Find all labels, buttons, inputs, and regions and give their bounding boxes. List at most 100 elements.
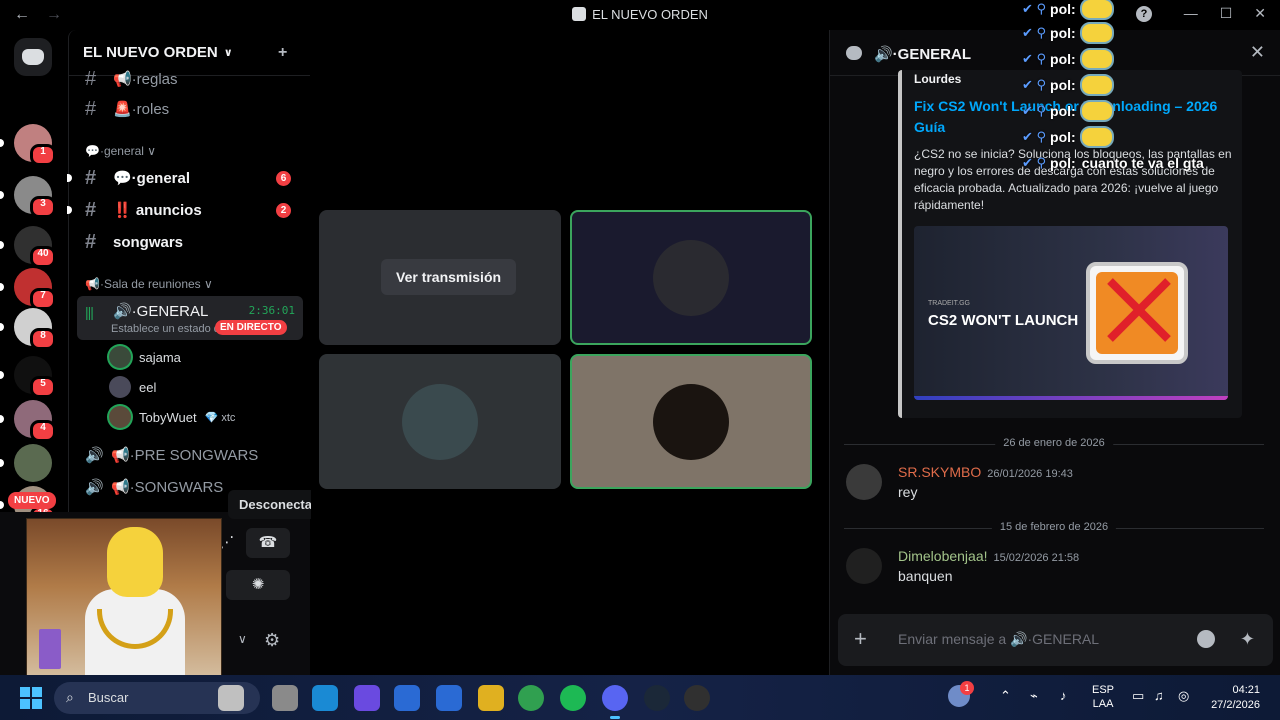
github-icon[interactable] (684, 685, 710, 711)
category-sala-de-reuniones[interactable]: 📢·Sala de reuniones ∨ (85, 277, 213, 291)
channel-name: songwars (113, 233, 184, 251)
copilot-icon[interactable] (354, 685, 380, 711)
server-icon[interactable]: 5 (0, 356, 56, 398)
mention-count-badge: 6 (276, 171, 291, 186)
microphone-icon[interactable]: ♪ (1060, 688, 1067, 703)
volume-icon[interactable]: ♫ (1154, 688, 1164, 703)
chevron-up-icon[interactable]: ⌃ (1000, 688, 1011, 704)
close-icon[interactable]: ✕ (1250, 42, 1265, 63)
overlay-username: pol (1050, 155, 1072, 171)
username[interactable]: Dimelobenjaa! (898, 548, 988, 564)
voice-activity-icon: ||| (85, 304, 94, 320)
avatar[interactable] (846, 464, 882, 500)
server-icon[interactable]: 1 (0, 124, 56, 166)
window-controls: — ☐ ✕ (1184, 5, 1266, 22)
overlay-username: pol (1050, 1, 1072, 17)
server-icon[interactable] (0, 444, 52, 482)
voice-member-tobywuet[interactable]: TobyWuet 💎 xtc (109, 404, 235, 430)
chat-channel-name: 🔊·GENERAL (874, 46, 972, 63)
unread-pill (0, 241, 4, 249)
activity-button[interactable]: ✺ (226, 570, 290, 600)
minimize-icon[interactable]: — (1184, 5, 1198, 22)
voice-channel-pre-songwars[interactable]: 🔊 📢·PRE SONGWARS (77, 440, 303, 470)
message-input[interactable]: Enviar mensaje a 🔊·GENERAL (898, 631, 1099, 648)
server-icon[interactable]: 3 (0, 176, 56, 218)
emote-icon (1079, 0, 1114, 20)
server-icon[interactable]: 40 (0, 226, 56, 268)
server-icon[interactable]: 4 (0, 400, 56, 442)
channel-roles[interactable]: # 🚨·roles (77, 94, 303, 124)
notifications-icon[interactable]: ◎ (1178, 688, 1189, 704)
emoji-icon[interactable] (1197, 630, 1215, 648)
new-badge[interactable]: NUEVO (8, 492, 56, 509)
timestamp: 26/01/2026 19:43 (987, 468, 1073, 480)
overlay-chat-line: ✔ ⚲ pol : cuanto te va el gta (1022, 150, 1204, 176)
chevron-down-icon[interactable]: ∨ (238, 632, 247, 646)
overlay-message: cuanto te va el gta (1081, 155, 1204, 171)
overlay-colon: : (1071, 51, 1076, 67)
category-general[interactable]: 💬·general ∨ (85, 144, 156, 158)
overlay-chat-line: ✔ ⚲ pol : (1022, 0, 1114, 22)
edge-icon[interactable] (312, 685, 338, 711)
chrome-icon[interactable] (518, 685, 544, 711)
apps-icon[interactable]: ✦ (1240, 629, 1255, 650)
participant-tile[interactable] (319, 354, 561, 489)
search-label: Buscar (88, 690, 129, 705)
gear-icon[interactable]: ⚙ (264, 630, 280, 651)
explorer-icon[interactable] (478, 685, 504, 711)
voice-member-eel[interactable]: eel (109, 374, 156, 400)
channel-name: 🚨·roles (113, 101, 170, 118)
stream-tile[interactable]: Ver transmisión (319, 210, 561, 345)
channel-reglas[interactable]: # 📢·reglas (77, 64, 303, 94)
widget-icon[interactable] (218, 685, 244, 711)
help-icon[interactable]: ? (1136, 6, 1152, 22)
disconnect-button[interactable]: ☎ (246, 528, 290, 558)
server-icon[interactable]: 7 (0, 268, 56, 310)
channel-songwars[interactable]: # songwars (77, 227, 303, 257)
add-attachment-icon[interactable]: + (854, 628, 867, 650)
spotify-icon[interactable] (560, 685, 586, 711)
member-tag: 💎 xtc (204, 411, 236, 424)
steam-icon[interactable] (644, 685, 670, 711)
member-name: TobyWuet (139, 409, 197, 425)
outlook-icon[interactable] (436, 685, 462, 711)
file-icon[interactable] (272, 685, 298, 711)
voice-member-sajama[interactable]: sajama (109, 344, 181, 370)
windows-start-icon[interactable] (20, 687, 42, 709)
avatar[interactable] (846, 548, 882, 584)
store-icon[interactable] (394, 685, 420, 711)
display-icon[interactable]: ▭ (1132, 688, 1144, 704)
add-member-icon[interactable]: + (278, 44, 296, 62)
watch-stream-button[interactable]: Ver transmisión (381, 259, 517, 295)
maximize-icon[interactable]: ☐ (1220, 5, 1233, 22)
overlay-username: pol (1050, 103, 1072, 119)
message-composer[interactable]: + Enviar mensaje a 🔊·GENERAL ✦ (838, 614, 1273, 666)
chat-message: SR.SKYMBO 26/01/2026 19:43 rey (844, 464, 1264, 508)
participant-tile[interactable] (570, 210, 812, 345)
network-icon[interactable]: ⌁ (1030, 688, 1038, 704)
server-icon[interactable]: 8 (0, 308, 56, 350)
message-author[interactable]: Dimelobenjaa! 15/02/2026 21:58 (898, 548, 1079, 564)
channel-anuncios[interactable]: # ‼️ anuncios 2 (67, 195, 303, 225)
message-text: banquen (898, 568, 953, 584)
overlay-chat-line: ✔ ⚲ pol : (1022, 124, 1114, 150)
embed-image[interactable]: TRADEIT.GG CS2 WON'T LAUNCH (914, 226, 1228, 400)
unread-pill (0, 415, 4, 423)
channel-name: ‼️ anuncios (113, 202, 202, 219)
language-indicator[interactable]: ESP LAA (1092, 683, 1114, 711)
server-icon (572, 7, 587, 21)
username[interactable]: SR.SKYMBO (898, 464, 981, 480)
close-icon[interactable]: ✕ (1254, 5, 1266, 22)
avatar (653, 239, 729, 316)
badge-icon: ✔ ⚲ (1022, 103, 1047, 118)
message-author[interactable]: SR.SKYMBO 26/01/2026 19:43 (898, 464, 1073, 480)
unread-indicator (67, 174, 72, 182)
clock[interactable]: 04:21 27/2/2026 (1211, 683, 1260, 713)
discord-icon[interactable] (602, 685, 628, 719)
channel-general[interactable]: # 💬·general 6 (67, 163, 303, 193)
emote-icon (1079, 74, 1114, 96)
discord-home-button[interactable] (14, 38, 52, 76)
speaker-icon: 🔊 (85, 447, 104, 464)
participant-tile[interactable] (570, 354, 812, 489)
hash-icon: # (85, 198, 97, 221)
